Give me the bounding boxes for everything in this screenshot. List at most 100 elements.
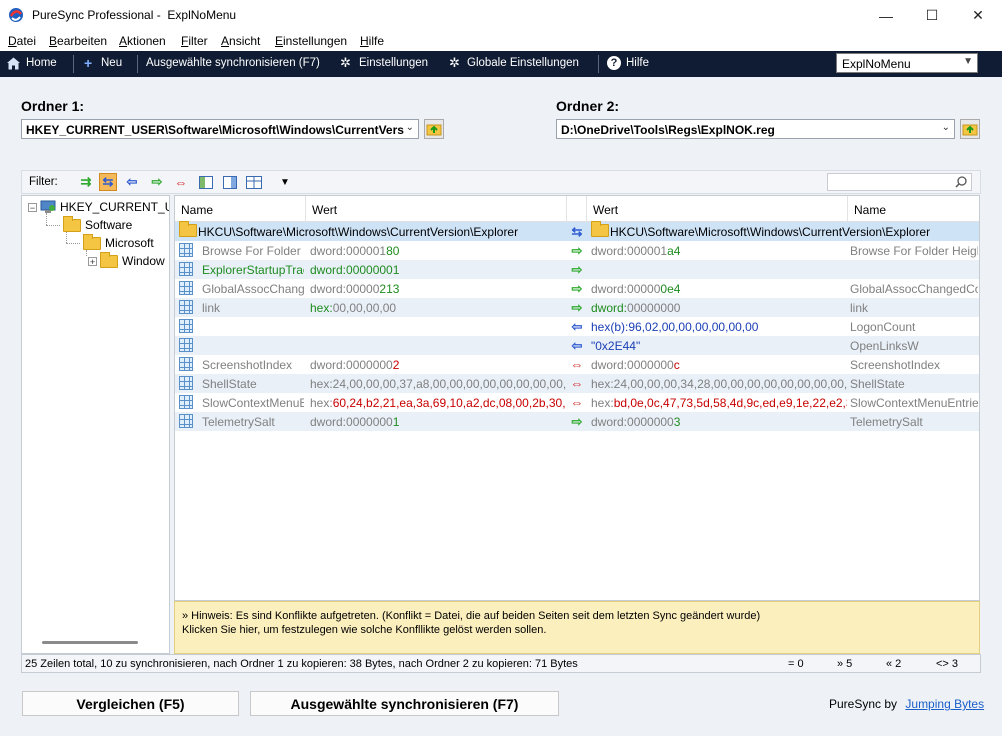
settings-button[interactable]: Einstellungen: [359, 57, 428, 69]
menu-einstellungen[interactable]: Einstellungen: [275, 34, 347, 48]
table-row-path[interactable]: HKCU\Software\Microsoft\Windows\CurrentV…: [175, 221, 979, 241]
maximize-button[interactable]: ☐: [909, 0, 955, 31]
footer-credit: PureSync by Jumping Bytes: [829, 697, 984, 711]
table-row[interactable]: SlowContextMenuE hex:60,24,b2,21,ea,3a,69…: [175, 393, 979, 412]
row-value-right: hex:24,00,00,00,34,28,00,00,00,00,00,00,…: [591, 377, 847, 391]
table-row[interactable]: ⇦ "0x2E44" OpenLinksW: [175, 336, 979, 355]
filter-copy-right-icon[interactable]: ⇉: [77, 173, 95, 191]
filter-changed-icon[interactable]: ⇆: [99, 173, 117, 191]
menu-ansicht[interactable]: Ansicht: [221, 34, 260, 48]
table-row[interactable]: ExplorerStartupTrac dword:00000001 ⇨: [175, 260, 979, 279]
filter-label: Filter:: [29, 176, 58, 188]
registry-value-icon: [179, 262, 193, 276]
toolbar-separator: [73, 55, 74, 73]
status-to-left-count: « 2: [886, 658, 902, 670]
swap-arrows-icon[interactable]: ⇆: [568, 224, 586, 240]
row-name-right: TelemetrySalt: [850, 415, 923, 429]
row-value-left: dword:00000001: [310, 263, 400, 277]
conflict-arrow-icon[interactable]: ⇔: [568, 395, 586, 410]
folder1-browse-button[interactable]: [424, 119, 444, 139]
hint-line-2[interactable]: Klicken Sie hier, um festzulegen wie sol…: [182, 624, 546, 636]
menu-hilfe[interactable]: Hilfe: [360, 34, 384, 48]
tree-node-windows[interactable]: + Window: [88, 251, 165, 268]
row-name-right: LogonCount: [850, 320, 916, 334]
filter-left-panel-icon[interactable]: [197, 173, 215, 191]
jumping-bytes-link[interactable]: Jumping Bytes: [905, 697, 984, 711]
collapse-icon[interactable]: −: [28, 202, 37, 212]
filter-both-panels-icon[interactable]: [245, 173, 263, 191]
table-row[interactable]: ScreenshotIndex dword:00000002 ⇔ dword:0000…: [175, 355, 979, 374]
row-value-right: dword:000000e4: [591, 282, 681, 296]
profile-select[interactable]: ExplNoMenu ▼: [836, 53, 978, 73]
global-settings-button[interactable]: Globale Einstellungen: [467, 57, 579, 69]
table-row[interactable]: ⇦ hex(b):96,02,00,00,00,00,00,00 LogonCoun…: [175, 317, 979, 336]
copy-right-arrow-icon[interactable]: ⇨: [568, 262, 586, 278]
row-name-left: ShellState: [202, 377, 257, 391]
copy-right-arrow-icon[interactable]: ⇨: [568, 414, 586, 430]
conflict-arrow-icon[interactable]: ⇔: [568, 357, 586, 372]
minimize-button[interactable]: —: [863, 0, 909, 31]
copy-left-arrow-icon[interactable]: ⇦: [568, 319, 586, 335]
row-value-left: dword:00000001: [310, 415, 400, 429]
tree-node-microsoft[interactable]: Microsoft: [83, 233, 154, 250]
table-row[interactable]: GlobalAssocChange dword:00000213 ⇨ dword:00…: [175, 279, 979, 298]
row-value-left: hex:60,24,b2,21,ea,3a,69,10,a2,dc,08,00,…: [310, 396, 566, 410]
menu-aktionen[interactable]: Aktionen: [119, 34, 166, 48]
row-name-left: GlobalAssocChange: [202, 282, 304, 296]
table-row[interactable]: TelemetrySalt dword:00000001 ⇨ dword:000000…: [175, 412, 979, 431]
help-button[interactable]: Hilfe: [626, 57, 649, 69]
filter-left-arrow-icon[interactable]: ⇦: [123, 173, 141, 191]
table-row[interactable]: link hex:00,00,00,00 ⇨ dword:00000000 link: [175, 298, 979, 317]
new-button[interactable]: Neu: [101, 57, 122, 69]
sync-selected-button[interactable]: Ausgewählte synchronisieren (F7): [250, 691, 559, 716]
menu-datei[interactable]: Datei: [8, 34, 36, 48]
column-header-name-right[interactable]: Name: [848, 196, 979, 222]
home-button[interactable]: Home: [26, 57, 57, 69]
row-name-right: ScreenshotIndex: [850, 358, 941, 372]
folder1-path-combo[interactable]: HKEY_CURRENT_USER\Software\Microsoft\Win…: [21, 119, 419, 139]
menu-filter[interactable]: Filter: [181, 34, 208, 48]
column-header-name-left[interactable]: Name: [175, 196, 306, 222]
filter-dropdown-icon[interactable]: ▼: [276, 173, 294, 191]
copy-right-arrow-icon[interactable]: ⇨: [568, 281, 586, 297]
copy-left-arrow-icon[interactable]: ⇦: [568, 338, 586, 354]
filter-right-panel-icon[interactable]: [221, 173, 239, 191]
footer-by-text: PureSync by: [829, 697, 898, 711]
row-name-left: ExplorerStartupTrac: [202, 263, 304, 277]
row-name-right: ShellState: [850, 377, 905, 391]
filter-conflict-icon[interactable]: ⇔: [172, 173, 190, 191]
row-name-left: SlowContextMenuE: [202, 396, 304, 410]
row-name-right: Browse For Folder Heigh: [850, 244, 978, 258]
folder2-browse-button[interactable]: [960, 119, 980, 139]
copy-right-arrow-icon[interactable]: ⇨: [568, 300, 586, 316]
conflict-hint-panel[interactable]: » Hinweis: Es sind Konflikte aufgetreten…: [174, 601, 980, 654]
table-row[interactable]: Browse For Folder H dword:00000180 ⇨ dword:…: [175, 241, 979, 260]
table-row[interactable]: ShellState hex:24,00,00,00,37,a8,00,00,00…: [175, 374, 979, 393]
home-icon: [6, 56, 21, 71]
column-header-value-right[interactable]: Wert: [587, 196, 848, 222]
menu-bearbeiten[interactable]: Bearbeiten: [49, 34, 107, 48]
row-name-left: link: [202, 301, 221, 315]
row-value-right: dword:000001a4: [591, 244, 681, 258]
compare-button[interactable]: Vergleichen (F5): [22, 691, 239, 716]
copy-right-arrow-icon[interactable]: ⇨: [568, 243, 586, 259]
registry-value-icon: [179, 357, 193, 371]
tree-scrollbar[interactable]: [42, 641, 138, 644]
row-value-left: hex:24,00,00,00,37,a8,00,00,00,00,00,00,…: [310, 377, 566, 391]
search-icon: [955, 176, 967, 188]
tree-node-software[interactable]: Software: [63, 215, 132, 232]
conflict-arrow-icon[interactable]: ⇔: [568, 376, 586, 391]
expand-icon[interactable]: +: [88, 256, 97, 266]
toolbar-separator: [598, 55, 599, 73]
close-button[interactable]: ✕: [955, 0, 1001, 31]
tree-node-hkcu[interactable]: − HKEY_CURRENT_U: [28, 200, 169, 214]
filter-search-input[interactable]: [827, 173, 972, 191]
folder-icon: [591, 221, 609, 237]
help-icon: ?: [607, 56, 621, 70]
column-header-value-left[interactable]: Wert: [306, 196, 567, 222]
folder-icon: [179, 221, 197, 237]
folder2-path-combo[interactable]: D:\OneDrive\Tools\Regs\ExplNOK.reg ⌄: [556, 119, 955, 139]
sync-selected-toolbar-button[interactable]: Ausgewählte synchronisieren (F7): [146, 57, 320, 69]
status-to-right-count: » 5: [837, 658, 853, 670]
filter-right-arrow-icon[interactable]: ⇨: [148, 173, 166, 191]
